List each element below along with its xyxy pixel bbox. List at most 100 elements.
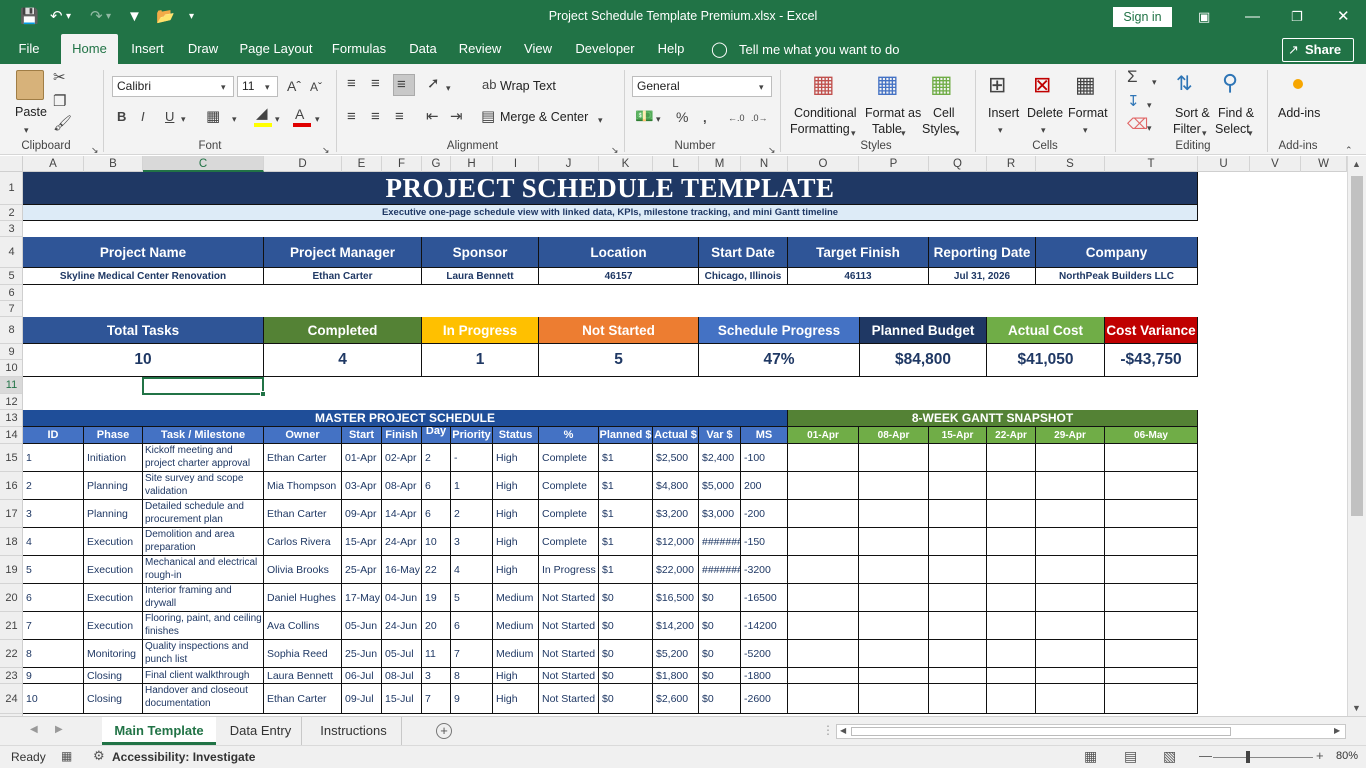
column-header[interactable]: Q — [929, 156, 987, 172]
task-percent[interactable]: In Progress — [539, 556, 599, 584]
row-header[interactable]: 20 — [0, 584, 22, 612]
gantt-cell[interactable] — [929, 444, 987, 472]
conditional-formatting-label1[interactable]: Conditional — [794, 106, 857, 120]
task-percent[interactable]: Not Started — [539, 684, 599, 714]
task-ms[interactable]: -1800 — [741, 668, 788, 684]
task-planned[interactable]: $0 — [599, 640, 653, 668]
task-owner[interactable]: Laura Bennett — [264, 668, 342, 684]
task-actual[interactable]: $2,600 — [653, 684, 699, 714]
task-variance[interactable]: ######## — [699, 528, 741, 556]
add-ins-button[interactable]: Add-ins — [1278, 106, 1320, 120]
task-percent[interactable]: Not Started — [539, 584, 599, 612]
task-planned[interactable]: $1 — [599, 472, 653, 500]
font-size-dropdown-icon[interactable]: ▾ — [265, 79, 270, 95]
info-header[interactable]: Sponsor — [422, 237, 539, 268]
gantt-cell[interactable] — [1105, 668, 1198, 684]
task-header[interactable]: Finish — [382, 427, 422, 444]
gantt-cell[interactable] — [987, 444, 1036, 472]
fill-handle[interactable] — [260, 391, 266, 397]
gantt-cell[interactable] — [859, 556, 929, 584]
gantt-cell[interactable] — [1105, 444, 1198, 472]
next-sheet-icon[interactable]: ▶ — [55, 724, 63, 735]
page-layout-view-icon[interactable]: ▤ — [1124, 748, 1137, 765]
task-name[interactable]: Flooring, paint, and ceiling finishes — [143, 612, 264, 640]
font-size-select[interactable]: 11 — [237, 76, 278, 97]
italic-icon[interactable]: I — [141, 109, 145, 125]
task-owner[interactable]: Olivia Brooks — [264, 556, 342, 584]
task-header[interactable]: Owner — [264, 427, 342, 444]
format-cells-icon[interactable]: ▦ — [1075, 72, 1096, 98]
info-header[interactable]: Reporting Date — [929, 237, 1036, 268]
task-header[interactable]: Start — [342, 427, 382, 444]
scroll-down-icon[interactable]: ▼ — [1352, 703, 1361, 713]
task-id[interactable]: 4 — [23, 528, 84, 556]
gantt-cell[interactable] — [929, 556, 987, 584]
task-header[interactable]: Planned $ — [599, 427, 653, 444]
info-header[interactable]: Start Date — [699, 237, 788, 268]
task-percent[interactable]: Complete — [539, 444, 599, 472]
find-select-label2[interactable]: Select — [1215, 122, 1250, 136]
task-id[interactable]: 2 — [23, 472, 84, 500]
task-header[interactable]: MS — [741, 427, 788, 444]
task-header[interactable]: Status — [493, 427, 539, 444]
column-header[interactable]: H — [451, 156, 493, 172]
column-header[interactable]: D — [264, 156, 342, 172]
gantt-cell[interactable] — [788, 668, 859, 684]
task-start[interactable]: 17-May — [342, 584, 382, 612]
select-all-corner[interactable] — [0, 156, 23, 172]
fill-color-dropdown-icon[interactable]: ▾ — [275, 111, 280, 127]
task-percent[interactable]: Not Started — [539, 640, 599, 668]
clear-icon[interactable]: ⌫ — [1127, 117, 1148, 133]
kpi-value[interactable]: 4 — [264, 344, 422, 377]
gantt-cell[interactable] — [1105, 528, 1198, 556]
task-variance[interactable]: $5,000 — [699, 472, 741, 500]
task-start[interactable]: 09-Apr — [342, 500, 382, 528]
task-variance[interactable]: $0 — [699, 640, 741, 668]
task-variance[interactable]: $2,400 — [699, 444, 741, 472]
task-finish[interactable]: 04-Jun — [382, 584, 422, 612]
task-days[interactable]: 3 — [422, 668, 451, 684]
task-planned[interactable]: $0 — [599, 584, 653, 612]
task-id[interactable]: 8 — [23, 640, 84, 668]
task-days[interactable]: 19 — [422, 584, 451, 612]
delete-cells-icon[interactable]: ⊠ — [1033, 72, 1051, 98]
add-ins-icon[interactable] — [1293, 79, 1303, 89]
wrap-text-button[interactable]: Wrap Text — [500, 79, 556, 93]
align-right-icon[interactable]: ≡ — [395, 109, 404, 125]
task-planned[interactable]: $1 — [599, 444, 653, 472]
task-variance[interactable]: $0 — [699, 684, 741, 714]
zoom-out-icon[interactable]: — — [1199, 748, 1212, 763]
row-header[interactable]: 19 — [0, 556, 22, 584]
format-as-table-icon[interactable]: ▦ — [876, 72, 899, 98]
info-value[interactable]: Laura Bennett — [422, 268, 539, 285]
row-header[interactable]: 21 — [0, 612, 22, 640]
column-header[interactable]: M — [699, 156, 741, 172]
tab-draw[interactable]: Draw — [182, 34, 224, 64]
share-button[interactable]: ↗ Share — [1282, 38, 1354, 62]
sort-filter-label1[interactable]: Sort & — [1175, 106, 1210, 120]
task-finish[interactable]: 02-Apr — [382, 444, 422, 472]
format-dropdown-icon[interactable]: ▾ — [1083, 122, 1088, 138]
copy-icon[interactable]: ❐ — [53, 94, 66, 110]
close-icon[interactable]: ✕ — [1337, 8, 1350, 26]
task-priority[interactable]: 2 — [451, 500, 493, 528]
task-phase[interactable]: Monitoring — [84, 640, 143, 668]
task-days[interactable]: 6 — [422, 472, 451, 500]
info-header[interactable]: Company — [1036, 237, 1198, 268]
gantt-cell[interactable] — [929, 584, 987, 612]
undo-icon[interactable]: ↶ — [50, 8, 63, 26]
task-planned[interactable]: $1 — [599, 528, 653, 556]
column-header[interactable]: P — [859, 156, 929, 172]
gantt-cell[interactable] — [987, 640, 1036, 668]
task-status[interactable]: High — [493, 556, 539, 584]
gantt-cell[interactable] — [859, 500, 929, 528]
gantt-cell[interactable] — [1105, 640, 1198, 668]
task-ms[interactable]: -14200 — [741, 612, 788, 640]
undo-dropdown-icon[interactable]: ▾ — [66, 8, 71, 26]
gantt-cell[interactable] — [859, 684, 929, 714]
gantt-week-header[interactable]: 08-Apr — [859, 427, 929, 444]
task-phase[interactable]: Closing — [84, 668, 143, 684]
info-header[interactable]: Project Manager — [264, 237, 422, 268]
gantt-cell[interactable] — [859, 528, 929, 556]
fill-color-icon[interactable]: ◢ — [256, 106, 268, 122]
